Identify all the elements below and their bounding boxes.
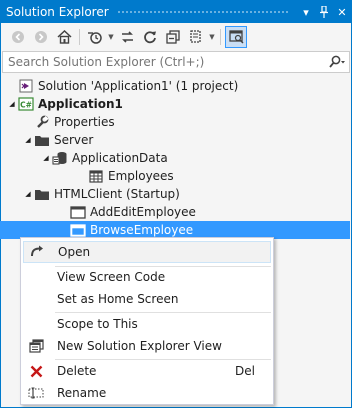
pin-icon[interactable] xyxy=(315,1,333,23)
folder-icon xyxy=(34,132,50,148)
menu-item-delete[interactable]: Delete Del xyxy=(23,360,271,382)
window-title: Solution Explorer xyxy=(6,5,109,19)
tree-item-htmlclient[interactable]: ◢ HTMLClient (Startup) xyxy=(0,185,350,203)
csharp-project-icon: C# xyxy=(18,96,34,112)
expanded-arrow-icon[interactable]: ◢ xyxy=(40,149,52,167)
menu-item-view-screen-code[interactable]: View Screen Code xyxy=(23,266,271,288)
expanded-arrow-icon[interactable]: ◢ xyxy=(22,185,34,203)
menu-item-new-solution-explorer-view[interactable]: New Solution Explorer View xyxy=(23,335,271,357)
title-grip xyxy=(116,9,289,15)
search-box[interactable] xyxy=(2,51,350,73)
tree-item-addeditemployee[interactable]: AddEditEmployee xyxy=(0,203,350,221)
tree-item-label: Properties xyxy=(54,115,115,129)
context-menu: Open View Screen Code Set as Home Screen… xyxy=(20,237,274,405)
menu-item-label: Scope to This xyxy=(57,317,138,331)
toolbar-separator xyxy=(79,29,80,45)
new-view-icon xyxy=(23,335,49,357)
tree-item-label: Solution 'Application1' (1 project) xyxy=(38,79,239,93)
tree-item-applicationdata[interactable]: ◢ ApplicationData xyxy=(0,149,350,167)
title-bar[interactable]: Solution Explorer ▾ ✕ xyxy=(1,1,351,23)
home-icon[interactable] xyxy=(53,26,75,48)
tree-item-application1[interactable]: ◢ C# Application1 xyxy=(0,95,350,113)
collapse-all-icon[interactable] xyxy=(162,26,184,48)
chevron-down-icon[interactable]: ▼ xyxy=(208,26,216,48)
show-all-files-icon[interactable] xyxy=(185,26,207,48)
tree-expander xyxy=(6,77,18,95)
tree-item-label: HTMLClient (Startup) xyxy=(54,187,180,201)
toolbar-separator xyxy=(220,29,221,45)
open-arrow-icon xyxy=(24,241,50,263)
menu-item-label: New Solution Explorer View xyxy=(57,339,222,353)
folder-icon xyxy=(34,186,50,202)
sync-icon[interactable] xyxy=(116,26,138,48)
delete-x-icon xyxy=(23,360,49,382)
preview-selected-items-icon[interactable] xyxy=(225,26,247,48)
expanded-arrow-icon[interactable]: ◢ xyxy=(22,131,34,149)
back-icon[interactable] xyxy=(7,26,29,48)
tree-item-label: Server xyxy=(54,133,94,147)
rename-icon xyxy=(23,382,49,404)
table-icon xyxy=(88,168,104,184)
menu-item-open[interactable]: Open xyxy=(23,241,271,263)
dropdown-arrow-icon[interactable]: ▾ xyxy=(297,1,315,23)
menu-item-shortcut: Del xyxy=(235,364,255,378)
svg-text:C#: C# xyxy=(20,101,32,110)
tree-item-label: ApplicationData xyxy=(72,151,168,165)
tree-item-employees[interactable]: Employees xyxy=(0,167,350,185)
menu-item-label: Open xyxy=(58,245,91,259)
menu-item-rename[interactable]: Rename xyxy=(23,382,271,404)
solution-icon xyxy=(18,78,34,94)
forward-icon[interactable] xyxy=(30,26,52,48)
wrench-icon xyxy=(34,114,50,130)
search-input[interactable] xyxy=(8,55,325,69)
tree-item-properties[interactable]: Properties xyxy=(0,113,350,131)
chevron-down-icon[interactable]: ▼ xyxy=(107,26,115,48)
tree-item-label: AddEditEmployee xyxy=(90,205,196,219)
toolbar: ▼ ▼ xyxy=(1,23,351,51)
tree-item-solution[interactable]: Solution 'Application1' (1 project) xyxy=(0,77,350,95)
search-icon[interactable] xyxy=(325,55,349,69)
menu-item-set-as-home[interactable]: Set as Home Screen xyxy=(23,288,271,310)
pending-changes-filter-icon[interactable] xyxy=(84,26,106,48)
expanded-arrow-icon[interactable]: ◢ xyxy=(6,95,18,113)
close-icon[interactable]: ✕ xyxy=(333,1,351,23)
menu-item-label: Set as Home Screen xyxy=(57,292,179,306)
tree-item-label: Application1 xyxy=(38,97,123,111)
menu-item-label: View Screen Code xyxy=(57,270,166,284)
screen-icon xyxy=(70,222,86,238)
tree-item-server[interactable]: ◢ Server xyxy=(0,131,350,149)
tree-item-label: BrowseEmployee xyxy=(90,223,194,237)
screen-icon xyxy=(70,204,86,220)
database-icon xyxy=(52,150,68,166)
menu-item-label: Rename xyxy=(57,386,107,400)
refresh-icon[interactable] xyxy=(139,26,161,48)
menu-item-scope-to-this[interactable]: Scope to This xyxy=(23,313,271,335)
menu-item-label: Delete xyxy=(57,364,97,378)
tree-item-label: Employees xyxy=(108,169,174,183)
